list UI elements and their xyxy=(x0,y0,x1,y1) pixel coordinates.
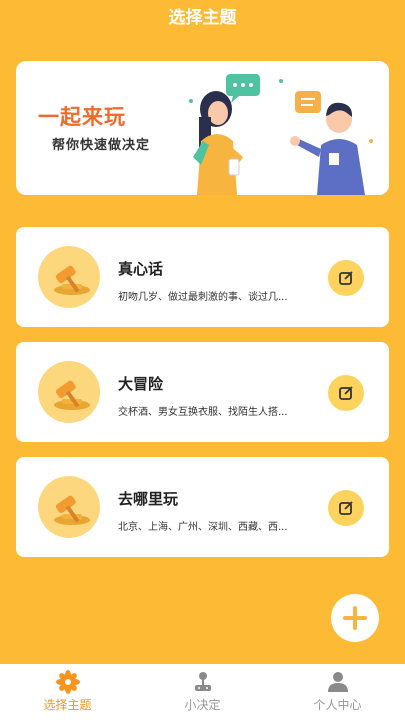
topic-card[interactable]: 去哪里玩 北京、上海、广州、深圳、西藏、西... xyxy=(16,457,389,557)
gavel-icon xyxy=(38,361,100,423)
gavel-icon xyxy=(38,476,100,538)
edit-button[interactable] xyxy=(328,490,364,526)
topic-description: 交杯酒、男女互换衣服、找陌生人搭... xyxy=(118,407,288,418)
topic-title: 真心话 xyxy=(118,260,164,278)
tab-label: 选择主题 xyxy=(43,698,92,712)
topic-title: 去哪里玩 xyxy=(118,490,179,508)
topic-card[interactable]: 真心话 初吻几岁、做过最刺激的事、谈过几... xyxy=(16,227,389,327)
edit-icon xyxy=(339,271,353,285)
edit-button[interactable] xyxy=(328,260,364,296)
flower-icon xyxy=(55,670,80,694)
tab-select-topic[interactable]: 选择主题 xyxy=(0,664,135,720)
banner-subtitle: 帮你快速做决定 xyxy=(52,138,151,153)
tab-small-decision[interactable]: 小决定 xyxy=(135,664,270,720)
joystick-icon xyxy=(194,672,211,691)
edit-icon xyxy=(339,386,353,400)
banner: 一起来玩 帮你快速做决定 xyxy=(16,61,389,195)
edit-button[interactable] xyxy=(328,375,364,411)
banner-title: 一起来玩 xyxy=(38,105,126,129)
gavel-icon xyxy=(38,246,100,308)
person-icon xyxy=(327,672,348,692)
tab-label: 个人中心 xyxy=(313,698,362,712)
edit-icon xyxy=(339,501,353,515)
topic-description: 初吻几岁、做过最刺激的事、谈过几... xyxy=(118,292,288,303)
bottom-tab-bar: 选择主题 小决定 个人中心 xyxy=(0,664,405,720)
add-topic-button[interactable] xyxy=(331,594,379,642)
tab-personal-center[interactable]: 个人中心 xyxy=(270,664,405,720)
plus-icon xyxy=(343,606,367,630)
topic-description: 北京、上海、广州、深圳、西藏、西... xyxy=(118,522,288,533)
topic-card[interactable]: 大冒险 交杯酒、男女互换衣服、找陌生人搭... xyxy=(16,342,389,442)
tab-label: 小决定 xyxy=(184,698,221,712)
topic-title: 大冒险 xyxy=(118,375,164,393)
page-title: 选择主题 xyxy=(168,7,237,28)
banner-illustration xyxy=(189,74,373,195)
